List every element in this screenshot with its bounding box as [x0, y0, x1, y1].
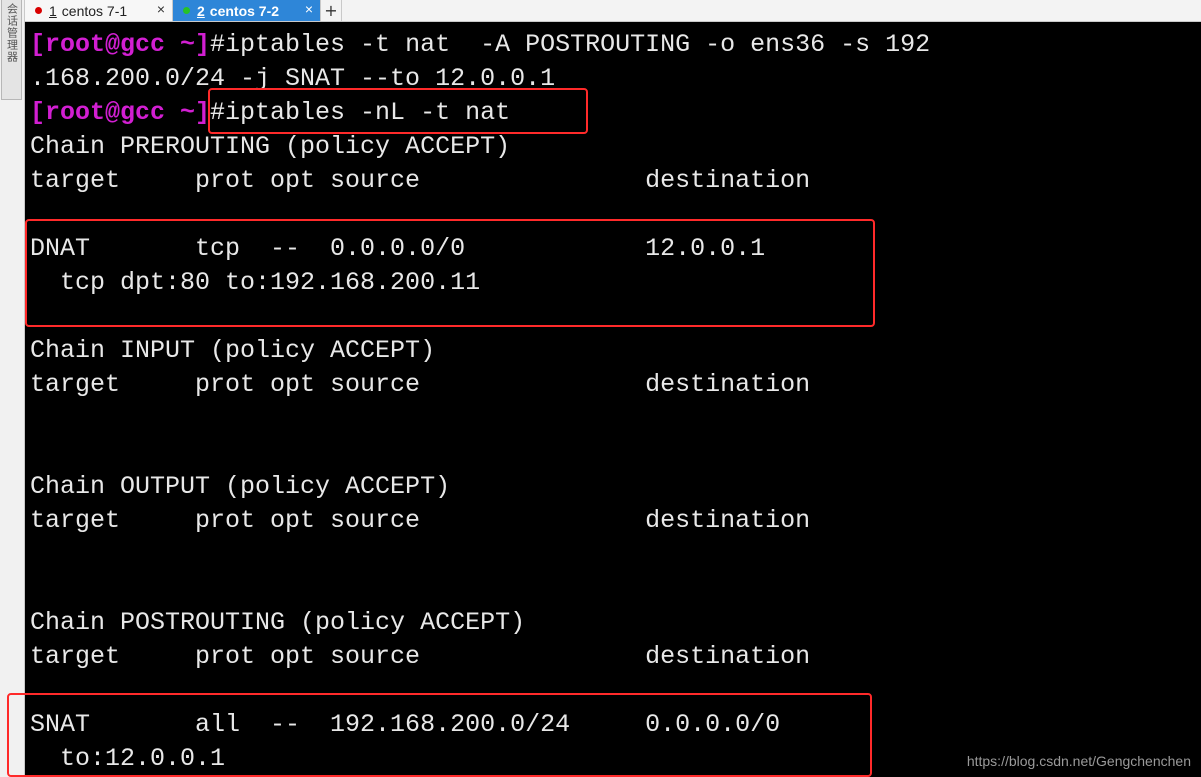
terminal-line: target prot opt source destination — [30, 164, 810, 198]
session-manager-tab[interactable]: 会话管理器 — [1, 0, 22, 100]
terminal-line: target prot opt source destination — [30, 640, 810, 674]
terminal-output[interactable]: [root@gcc ~]#iptables -t nat -A POSTROUT… — [7, 22, 1201, 777]
connected-status-icon — [183, 7, 190, 14]
terminal-line: target prot opt source destination — [30, 368, 810, 402]
disconnected-status-icon — [35, 7, 42, 14]
terminal-line-text: Chain PREROUTING (policy ACCEPT) — [30, 132, 511, 161]
session-manager-strip: 会话管理器 — [0, 0, 25, 777]
terminal-line: Chain POSTROUTING (policy ACCEPT) — [30, 606, 525, 640]
terminal-app-window: 会话管理器 1 centos 7-1 × 2 centos 7-2 × + [r… — [0, 0, 1201, 777]
terminal-line-text: Chain OUTPUT (policy ACCEPT) — [30, 472, 451, 501]
command-highlight-box — [208, 88, 588, 134]
tab-close-icon[interactable]: × — [305, 1, 313, 17]
tab-label: centos 7-1 — [61, 2, 128, 19]
terminal-line-text: target prot opt source destination — [30, 506, 811, 535]
tab-centos-7-1[interactable]: 1 centos 7-1 × — [25, 0, 173, 21]
shell-prompt: [root@gcc ~] — [30, 98, 211, 127]
terminal-line-text: target prot opt source destination — [30, 166, 811, 195]
shell-prompt: [root@gcc ~] — [30, 30, 211, 59]
dnat-rule-highlight-box — [25, 219, 875, 327]
terminal-line: target prot opt source destination — [30, 504, 810, 538]
tab-centos-7-2[interactable]: 2 centos 7-2 × — [173, 0, 321, 21]
terminal-line-text: #iptables -t nat -A POSTROUTING -o ens36… — [210, 30, 931, 59]
session-manager-label: 会话管理器 — [5, 3, 19, 63]
session-tab-bar: 1 centos 7-1 × 2 centos 7-2 × + — [25, 0, 1201, 22]
terminal-line: Chain INPUT (policy ACCEPT) — [30, 334, 435, 368]
tab-number: 2 — [197, 2, 205, 19]
snat-rule-highlight-box — [7, 693, 872, 777]
terminal-line: Chain OUTPUT (policy ACCEPT) — [30, 470, 450, 504]
terminal-line-text: Chain POSTROUTING (policy ACCEPT) — [30, 608, 526, 637]
add-tab-button[interactable]: + — [321, 0, 342, 21]
tab-number: 1 — [49, 2, 57, 19]
tab-close-icon[interactable]: × — [157, 1, 165, 17]
terminal-line: [root@gcc ~]#iptables -t nat -A POSTROUT… — [30, 28, 930, 62]
terminal-line: Chain PREROUTING (policy ACCEPT) — [30, 130, 510, 164]
terminal-line-text: target prot opt source destination — [30, 642, 811, 671]
terminal-line-text: target prot opt source destination — [30, 370, 811, 399]
terminal-line-text: Chain INPUT (policy ACCEPT) — [30, 336, 436, 365]
watermark: https://blog.csdn.net/Gengchenchen — [966, 753, 1191, 769]
tab-label: centos 7-2 — [209, 2, 280, 19]
